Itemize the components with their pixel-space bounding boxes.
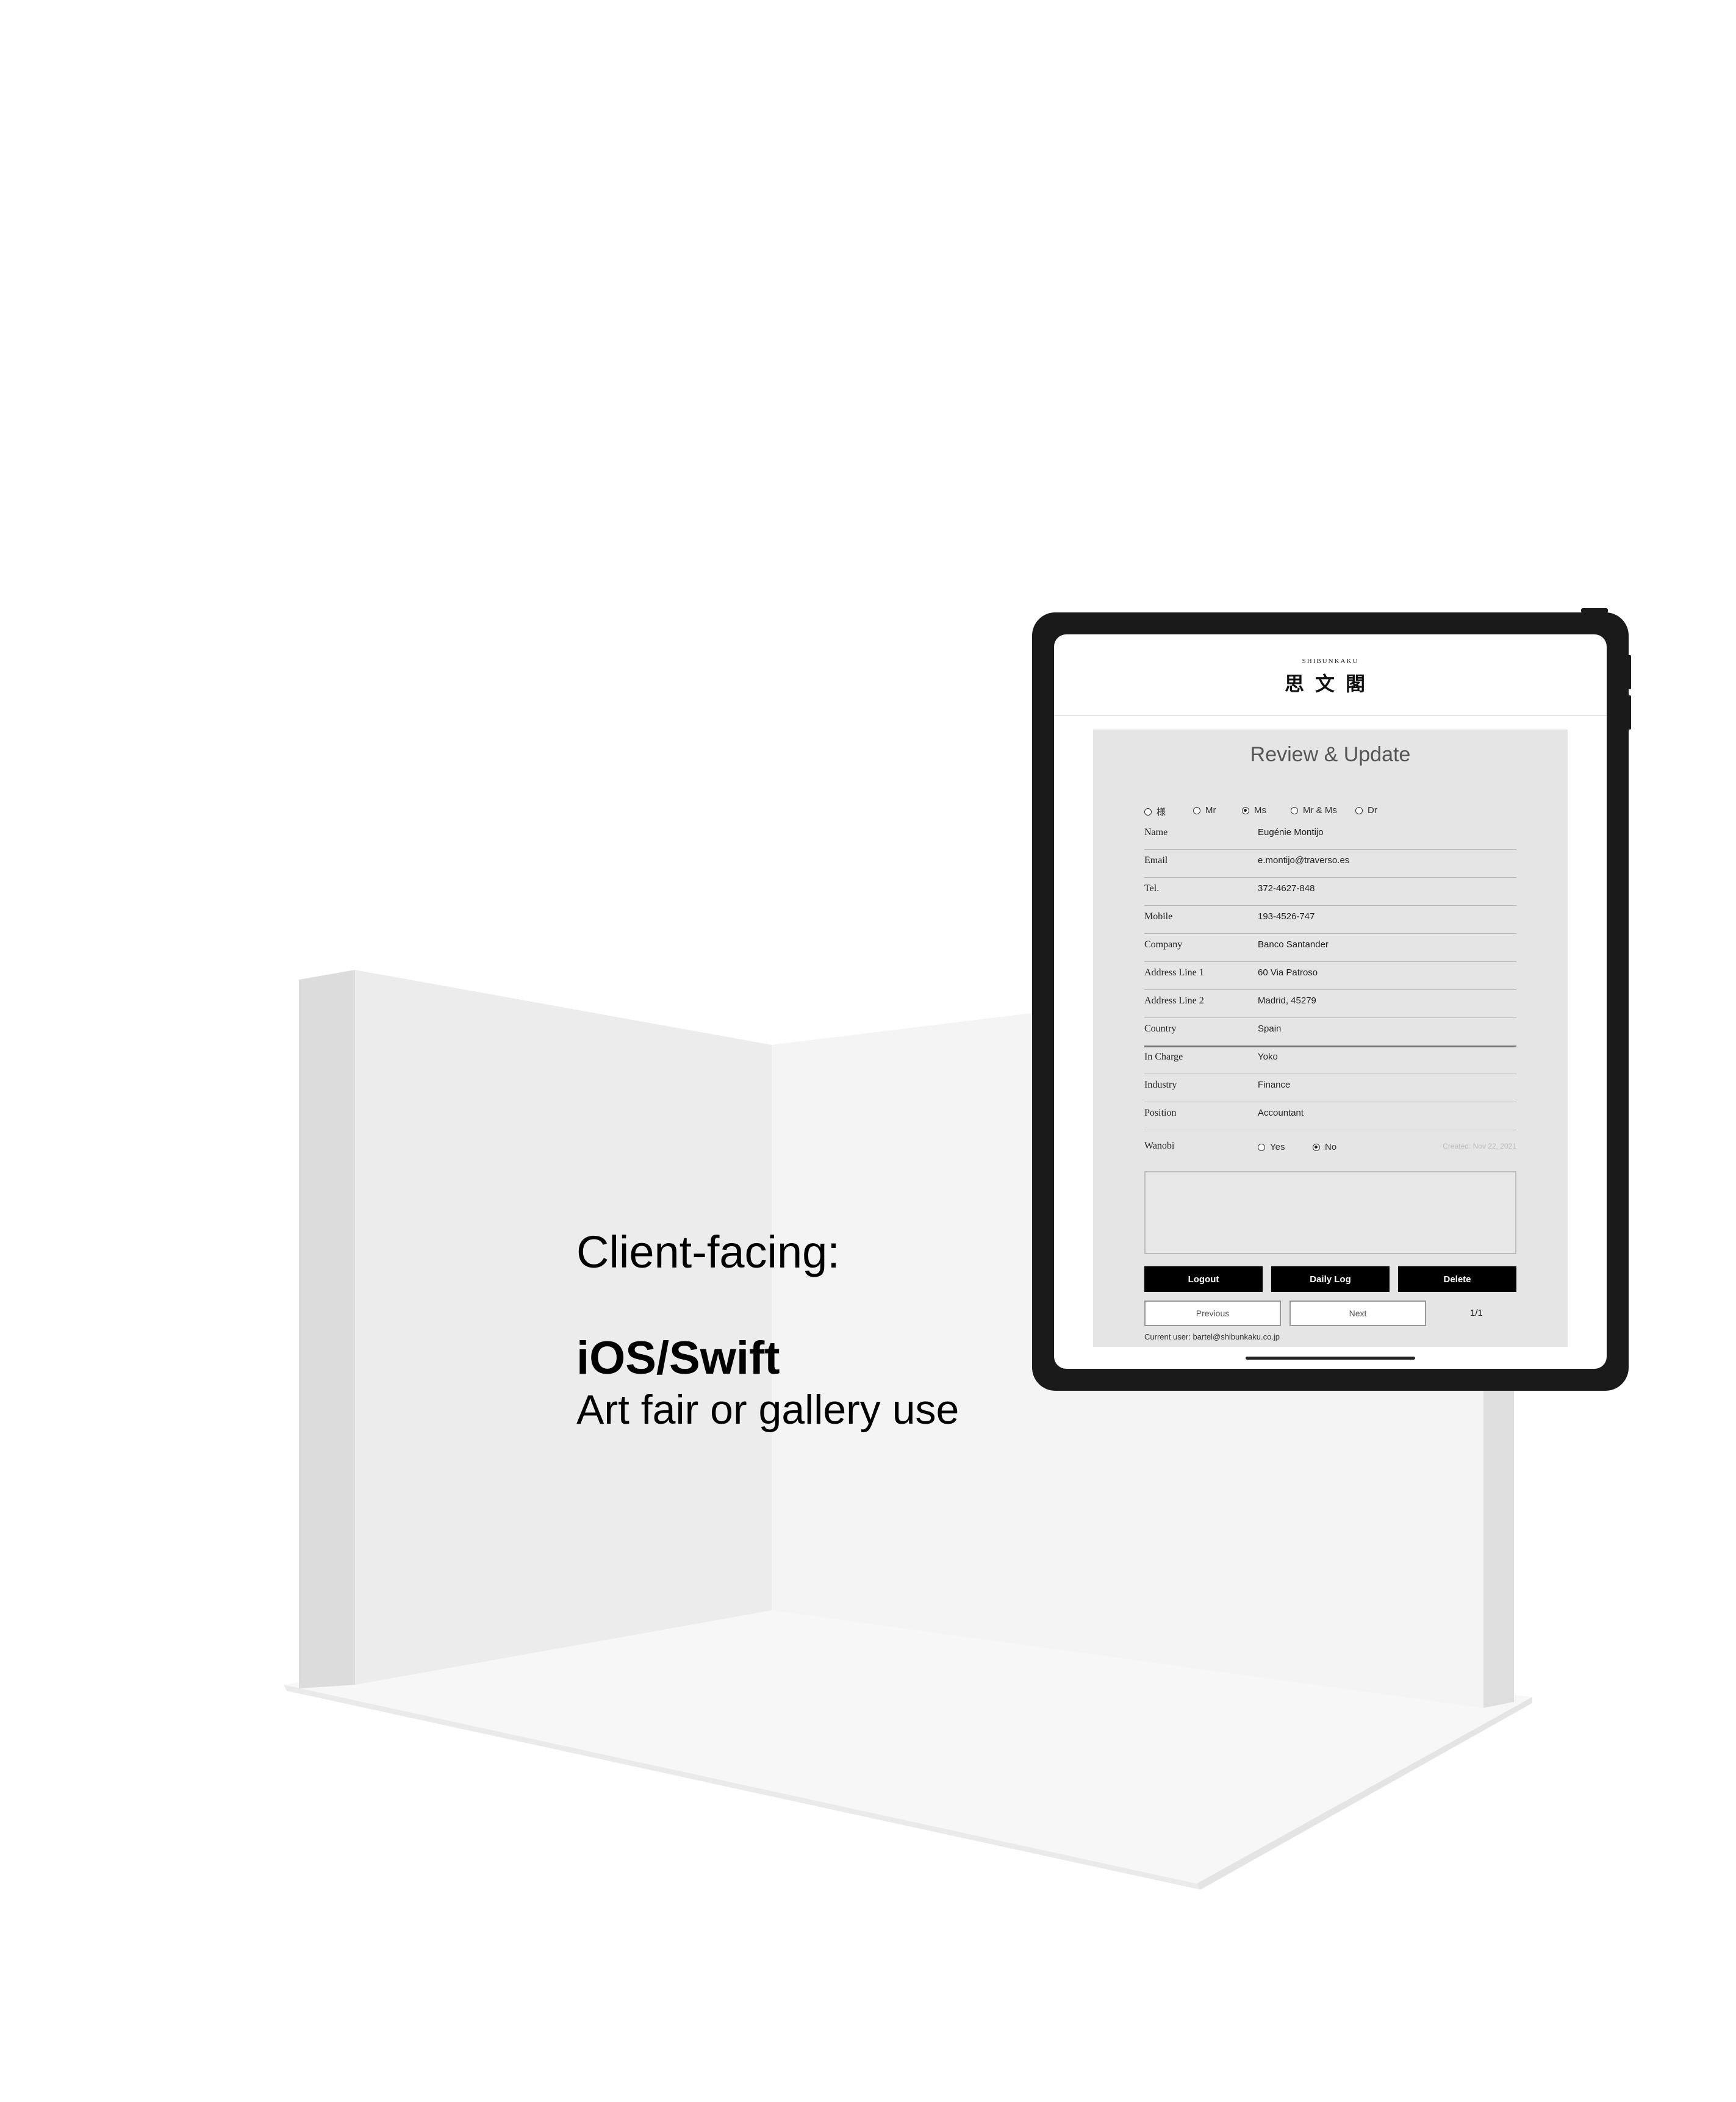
field-value[interactable]: Banco Santander	[1258, 939, 1329, 950]
logout-button[interactable]: Logout	[1144, 1266, 1263, 1292]
field-value[interactable]: Accountant	[1258, 1108, 1304, 1118]
radio-label: Mr	[1205, 805, 1216, 816]
field-position[interactable]: Position Accountant	[1144, 1102, 1516, 1130]
field-value[interactable]: 60 Via Patroso	[1258, 967, 1318, 978]
field-label: Mobile	[1144, 911, 1173, 922]
field-value[interactable]: Eugénie Montijo	[1258, 827, 1324, 838]
field-mobile[interactable]: Mobile 193-4526-747	[1144, 905, 1516, 934]
field-email[interactable]: Email e.montijo@traverso.es	[1144, 849, 1516, 878]
wanobi-row: Wanobi Yes No Created: Nov 22, 2021	[1144, 1136, 1516, 1160]
field-label: Country	[1144, 1024, 1177, 1034]
radio-button[interactable]	[1258, 1143, 1265, 1151]
booth-wall-left-edge	[299, 970, 355, 1688]
radio-button[interactable]	[1144, 808, 1152, 816]
page-indicator: 1/1	[1470, 1308, 1483, 1318]
tablet-screen: SHIBUNKAKU 思文閣 Review & Update 様 Mr Ms M…	[1054, 634, 1607, 1369]
current-user-label: Current user: bartel@shibunkaku.co.jp	[1144, 1332, 1280, 1341]
radio-label: Dr	[1368, 805, 1377, 816]
delete-button[interactable]: Delete	[1398, 1266, 1516, 1292]
next-button[interactable]: Next	[1289, 1300, 1426, 1326]
field-label: In Charge	[1144, 1052, 1183, 1062]
field-label: Position	[1144, 1108, 1177, 1118]
radio-label: 様	[1157, 807, 1166, 817]
wanobi-label: Wanobi	[1144, 1141, 1175, 1151]
field-label: Company	[1144, 939, 1183, 950]
field-address-line-2[interactable]: Address Line 2 Madrid, 45279	[1144, 989, 1516, 1018]
salutation-radio-ms[interactable]: Ms	[1242, 805, 1266, 816]
field-label: Tel.	[1144, 883, 1160, 894]
field-country[interactable]: Country Spain	[1144, 1017, 1516, 1047]
caption-platform: iOS/Swift	[576, 1332, 780, 1384]
field-value[interactable]: Yoko	[1258, 1052, 1278, 1062]
booth-wall-left	[355, 970, 772, 1685]
radio-label: Mr & Ms	[1303, 805, 1337, 816]
daily-log-button[interactable]: Daily Log	[1271, 1266, 1390, 1292]
field-value[interactable]: e.montijo@traverso.es	[1258, 855, 1349, 866]
radio-button[interactable]	[1313, 1143, 1320, 1151]
radio-label: Ms	[1254, 805, 1266, 816]
radio-button[interactable]	[1193, 806, 1200, 814]
radio-button[interactable]	[1291, 806, 1298, 814]
salutation-radio-dr[interactable]: Dr	[1355, 805, 1377, 816]
brand-wordmark: SHIBUNKAKU	[1302, 658, 1359, 665]
salutation-radio-sama[interactable]: 様	[1144, 805, 1166, 818]
radio-label: Yes	[1270, 1142, 1285, 1152]
field-label: Email	[1144, 855, 1168, 866]
field-in-charge[interactable]: In Charge Yoko	[1144, 1046, 1516, 1074]
page-title: Review & Update	[1250, 743, 1411, 766]
caption-usage: Art fair or gallery use	[576, 1386, 959, 1433]
field-name[interactable]: Name Eugénie Montijo	[1144, 821, 1516, 850]
field-value[interactable]: 372-4627-848	[1258, 883, 1315, 894]
field-company[interactable]: Company Banco Santander	[1144, 933, 1516, 962]
previous-button[interactable]: Previous	[1144, 1300, 1281, 1326]
field-address-line-1[interactable]: Address Line 1 60 Via Patroso	[1144, 961, 1516, 990]
field-label: Industry	[1144, 1080, 1177, 1090]
review-form-panel: Review & Update 様 Mr Ms Mr & Ms Dr Name …	[1093, 730, 1568, 1347]
created-date: Created: Nov 22, 2021	[1443, 1142, 1516, 1150]
field-label: Address Line 1	[1144, 967, 1204, 978]
field-value[interactable]: Madrid, 45279	[1258, 995, 1316, 1006]
radio-button[interactable]	[1355, 806, 1363, 814]
brand-logo: 思文閣	[1284, 672, 1376, 695]
radio-button[interactable]	[1242, 806, 1249, 814]
salutation-radio-mr-ms[interactable]: Mr & Ms	[1291, 805, 1337, 816]
field-label: Name	[1144, 827, 1168, 838]
field-label: Address Line 2	[1144, 995, 1204, 1006]
notes-textarea[interactable]	[1144, 1171, 1516, 1254]
salutation-radio-mr[interactable]: Mr	[1193, 805, 1216, 816]
wanobi-radio-yes[interactable]: Yes	[1258, 1142, 1285, 1152]
field-tel[interactable]: Tel. 372-4627-848	[1144, 877, 1516, 906]
home-indicator[interactable]	[1246, 1357, 1415, 1360]
field-value[interactable]: Spain	[1258, 1024, 1281, 1034]
field-value[interactable]: 193-4526-747	[1258, 911, 1315, 922]
tablet-device: SHIBUNKAKU 思文閣 Review & Update 様 Mr Ms M…	[1032, 612, 1629, 1391]
caption-client-facing: Client-facing:	[576, 1227, 840, 1277]
field-value[interactable]: Finance	[1258, 1080, 1290, 1090]
app-header: SHIBUNKAKU 思文閣	[1054, 634, 1607, 716]
wanobi-radio-no[interactable]: No	[1313, 1142, 1336, 1152]
field-industry[interactable]: Industry Finance	[1144, 1074, 1516, 1102]
radio-label: No	[1325, 1142, 1337, 1152]
